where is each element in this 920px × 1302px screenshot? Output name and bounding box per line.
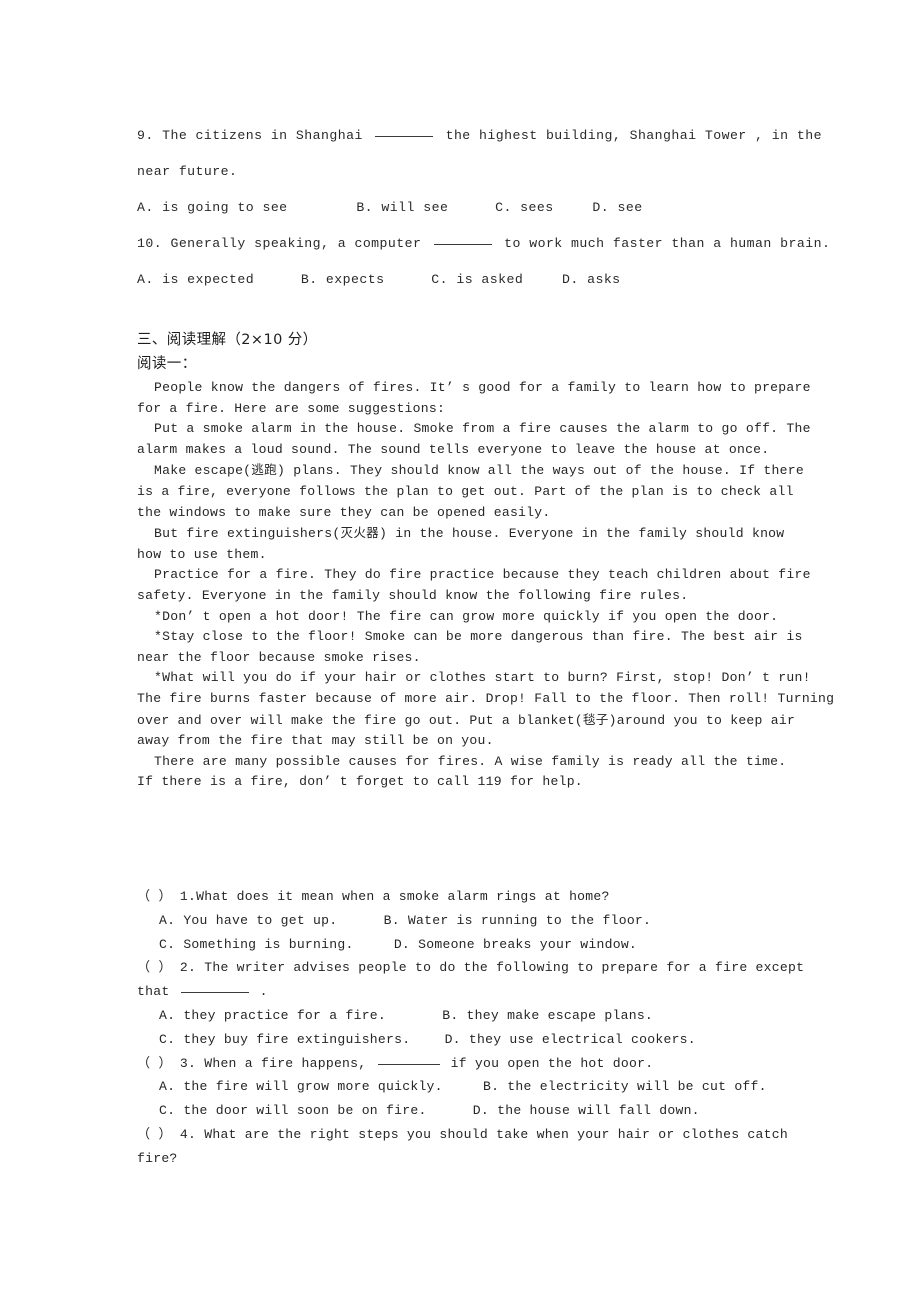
reading-passage: People know the dangers of fires. It’ s … <box>137 378 835 793</box>
passage-line: is a fire, everyone follows the plan to … <box>137 483 794 499</box>
q3-stem: （ ） 3. When a fire happens, if you open … <box>137 1052 797 1076</box>
question-10-options: A. is expected B. expects C. is asked D.… <box>137 262 787 298</box>
q2-stem-line-1: （ ） 2. The writer advises people to do t… <box>137 956 804 980</box>
passage-line: But fire extinguishers(灭火器) in the house… <box>154 525 785 542</box>
q3-option-b: B. the electricity will be cut off. <box>482 1079 767 1095</box>
q3-option-d: D. the house will fall down. <box>472 1103 700 1119</box>
passage-line: how to use them. <box>137 546 267 562</box>
question-9-stem-text: 9. The citizens in Shanghai <box>137 128 363 143</box>
document-page: 9. The citizens in Shanghai the highest … <box>0 0 920 1302</box>
q2-stem-text: 2. The writer advises people to do the f… <box>179 960 805 976</box>
question-9-option-d: D. see <box>592 200 643 215</box>
passage-line: If there is a fire, don’ t forget to cal… <box>137 774 583 790</box>
q2-option-a: A. they practice for a fire. <box>159 1007 387 1023</box>
passage-line: over and over will make the fire go out.… <box>137 711 796 728</box>
question-9-option-a: A. is going to see <box>137 200 288 215</box>
q2-options-row-2: C. they buy fire extinguishers. D. they … <box>137 1028 797 1052</box>
q3-blank <box>377 1063 440 1065</box>
question-9-blank <box>375 136 434 137</box>
passage-line: People know the dangers of fires. It’ s … <box>154 380 811 395</box>
q1-option-a: A. You have to get up. <box>159 912 338 928</box>
passage-cjk-gloss: 灭火器 <box>340 525 380 541</box>
q1-option-c: C. Something is burning. <box>159 936 354 952</box>
question-10-stem-line-1: 10. Generally speaking, a computer to wo… <box>137 226 830 262</box>
q2-stem-suffix: . <box>259 984 268 1000</box>
passage-line: Make escape(逃跑) plans. They should know … <box>154 462 804 479</box>
section-heading: 三、阅读理解（2×10 分） <box>137 332 318 348</box>
passage-line: away from the fire that may still be on … <box>137 733 494 749</box>
question-9-option-b: B. will see <box>356 200 449 215</box>
q2-option-c: C. they buy fire extinguishers. <box>159 1031 411 1047</box>
q2-option-b: B. they make escape plans. <box>442 1007 654 1023</box>
q1-stem-text: 1.What does it mean when a smoke alarm r… <box>179 889 610 904</box>
question-9-options: A. is going to see B. will see C. sees D… <box>137 190 787 226</box>
q1-answer-bracket[interactable]: （ ） <box>137 889 172 904</box>
question-10-option-b: B. expects <box>300 272 385 287</box>
passage-line: *Stay close to the floor! Smoke can be m… <box>154 629 803 645</box>
q3-answer-bracket[interactable]: （ ） <box>137 1056 172 1071</box>
passage-cjk-gloss: 毯子 <box>582 711 609 727</box>
question-9-option-c: C. sees <box>495 200 554 215</box>
q3-options-row-1: A. the fire will grow more quickly. B. t… <box>137 1075 797 1099</box>
q3-options-row-2: C. the door will soon be on fire. D. the… <box>137 1099 797 1123</box>
passage-line: *Don’ t open a hot door! The fire can gr… <box>154 608 779 624</box>
q4-answer-bracket[interactable]: （ ） <box>137 1127 172 1142</box>
q1-options-row-2: C. Something is burning. D. Someone brea… <box>137 933 797 957</box>
passage-line: *What will you do if your hair or clothe… <box>154 670 811 686</box>
q2-stem-prefix: that <box>137 984 170 1000</box>
multiple-choice-block: 9. The citizens in Shanghai the highest … <box>137 118 830 298</box>
passage-subheading: 阅读一： <box>137 356 197 372</box>
q1-stem: （ ） 1.What does it mean when a smoke ala… <box>137 885 797 909</box>
q2-stem-line-2: that . <box>137 980 797 1004</box>
passage-line: safety. Everyone in the family should kn… <box>137 587 689 603</box>
passage-line: There are many possible causes for fires… <box>154 753 787 769</box>
passage-line: alarm makes a loud sound. The sound tell… <box>137 441 770 457</box>
question-10-blank <box>433 244 492 245</box>
question-10-stem-text: 10. Generally speaking, a computer <box>137 236 422 251</box>
q1-option-d: D. Someone breaks your window. <box>393 936 638 952</box>
question-9-stem-line-1: 9. The citizens in Shanghai the highest … <box>137 118 822 154</box>
passage-cjk-gloss: 逃跑 <box>251 462 277 478</box>
question-10-option-c: C. is asked <box>431 272 524 287</box>
q4-stem-line-2: fire? <box>137 1150 178 1166</box>
q3-stem-suffix: if you open the hot door. <box>450 1055 654 1071</box>
question-9-stem-tail: the highest building, Shanghai Tower , i… <box>445 128 822 143</box>
question-10-option-a: A. is expected <box>137 272 255 287</box>
passage-line: Put a smoke alarm in the house. Smoke fr… <box>154 421 811 437</box>
q2-options-row-1: A. they practice for a fire. B. they mak… <box>137 1004 797 1028</box>
q4-stem-line-1: （ ） 4. What are the right steps you shou… <box>137 1123 797 1147</box>
q1-options-row-1: A. You have to get up. B. Water is runni… <box>137 909 797 933</box>
question-10-stem-tail: to work much faster than a human brain. <box>504 236 831 251</box>
q2-blank <box>180 992 249 994</box>
question-9-stem-line-2: near future. <box>137 164 238 179</box>
passage-line: The fire burns faster because of more ai… <box>137 690 835 706</box>
q3-option-a: A. the fire will grow more quickly. <box>159 1079 443 1095</box>
question-10-option-d: D. asks <box>562 272 621 287</box>
passage-line: near the floor because smoke rises. <box>137 649 421 665</box>
comprehension-questions: （ ） 1.What does it mean when a smoke ala… <box>137 885 804 1171</box>
passage-line: Practice for a fire. They do fire practi… <box>154 567 811 583</box>
q2-answer-bracket[interactable]: （ ） <box>137 960 172 975</box>
q2-option-d: D. they use electrical cookers. <box>444 1031 696 1047</box>
q3-option-c: C. the door will soon be on fire. <box>159 1103 427 1119</box>
passage-line: for a fire. Here are some suggestions: <box>137 400 446 416</box>
q4-stem-text: 4. What are the right steps you should t… <box>179 1126 788 1142</box>
passage-line: the windows to make sure they can be ope… <box>137 504 551 520</box>
q3-stem-prefix: 3. When a fire happens, <box>179 1055 367 1071</box>
q1-option-b: B. Water is running to the floor. <box>383 912 652 928</box>
